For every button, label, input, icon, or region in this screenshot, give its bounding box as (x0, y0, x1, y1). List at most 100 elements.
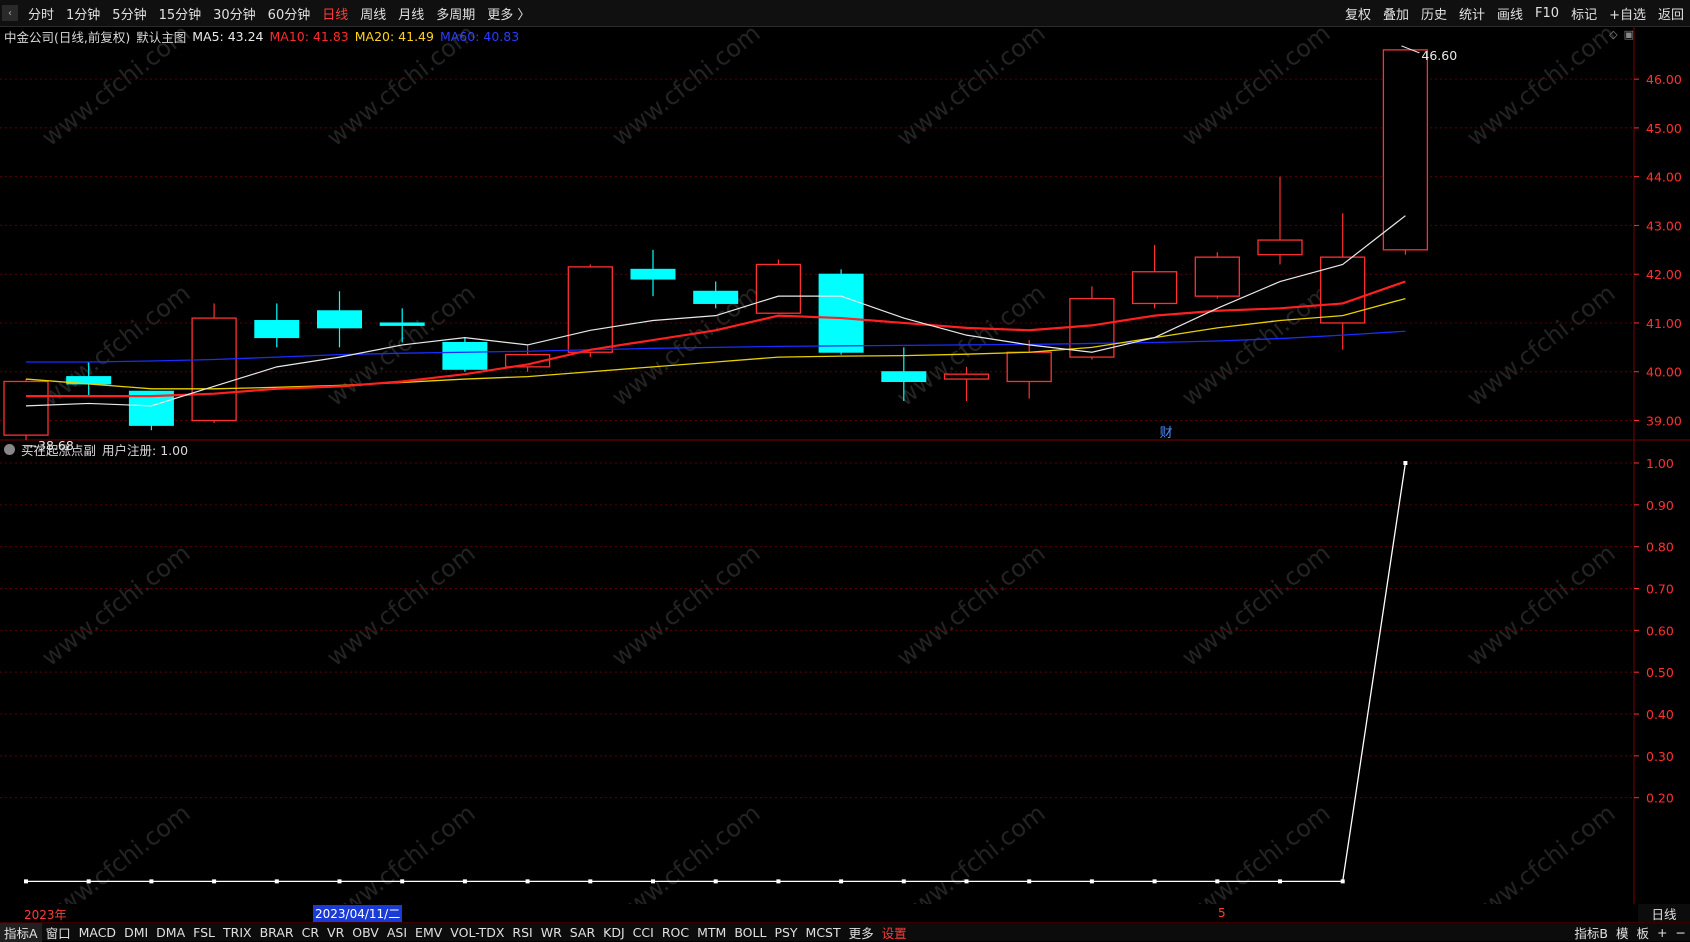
watermark-text: www.cfchi.com (891, 539, 1050, 672)
candle-body (1382, 49, 1429, 251)
stock-chart[interactable]: www.cfchi.com www.cfchi.com www.cfchi.com w… (0, 27, 1690, 904)
candle (1131, 244, 1178, 309)
candle-body (1006, 351, 1052, 383)
watermark-text: www.cfchi.com (1461, 799, 1620, 904)
indicator-tab-24[interactable]: 更多 (845, 923, 878, 942)
indicator-point (1152, 879, 1157, 884)
date-axis-mark: 5 (1218, 906, 1226, 920)
watermark-text: www.cfchi.com (1461, 279, 1620, 412)
chevron-left-icon[interactable]: ‹ (2, 5, 18, 21)
watermark-text: www.cfchi.com (1176, 539, 1335, 672)
watermark-text: www.cfchi.com (1176, 27, 1335, 152)
indicator-list: 指标A 窗口 MACD DMI DMA FSL TRIX BRAR CR VR OBV ASI EMV V… (0, 922, 911, 942)
indicator-b-item-4[interactable]: − (1672, 925, 1690, 940)
toolbar-action-5[interactable]: F10 (1529, 6, 1565, 21)
indicator-tab-13[interactable]: VOL-TDX (446, 925, 508, 940)
toolbar-action-4[interactable]: 画线 (1491, 4, 1529, 23)
indicator-tab-1[interactable]: 窗口 (42, 923, 75, 942)
candle (567, 264, 613, 358)
indicator-tab-4[interactable]: DMA (152, 925, 189, 940)
indicator-tick-label: 1.00 (1646, 456, 1674, 471)
watermark-text: www.cfchi.com (36, 539, 195, 672)
date-axis: 2023年 2023/04/11/二 5 (0, 904, 1634, 922)
indicator-b-item-0[interactable]: 指标B (1570, 923, 1612, 942)
candle-body (818, 273, 864, 353)
toolbar-action-0[interactable]: 复权 (1339, 4, 1377, 23)
indicator-tab-16[interactable]: SAR (566, 925, 599, 940)
watermark-text: www.cfchi.com (606, 279, 765, 412)
indicator-tab-20[interactable]: MTM (693, 925, 730, 940)
indicator-tab-25[interactable]: 设置 (878, 923, 911, 942)
indicator-tab-15[interactable]: WR (537, 925, 566, 940)
price-tick-label: 40.00 (1646, 365, 1682, 380)
period-tab-2[interactable]: 5分钟 (106, 4, 152, 23)
price-tick-label: 43.00 (1646, 218, 1682, 233)
period-indicator[interactable]: 日线 (1638, 904, 1690, 922)
toolbar-action-3[interactable]: 统计 (1453, 4, 1491, 23)
toolbar-action-8[interactable]: 返回 (1652, 4, 1690, 23)
indicator-b-item-2[interactable]: 板 (1633, 923, 1654, 942)
indicator-b-item-1[interactable]: 模 (1612, 923, 1633, 942)
period-tab-7[interactable]: 周线 (354, 4, 392, 23)
watermark-text: www.cfchi.com (606, 799, 765, 904)
indicator-tick-label: 0.20 (1646, 791, 1674, 806)
indicator-bar: 指标A 窗口 MACD DMI DMA FSL TRIX BRAR CR VR OBV ASI EMV V… (0, 922, 1690, 942)
toolbar-action-6[interactable]: 标记 (1565, 4, 1603, 23)
watermark-text: www.cfchi.com (36, 799, 195, 904)
candle (1382, 49, 1429, 255)
toolbar-action-1[interactable]: 叠加 (1377, 4, 1415, 23)
candle (1320, 213, 1366, 350)
indicator-tab-10[interactable]: OBV (348, 925, 383, 940)
indicator-tab-9[interactable]: VR (323, 925, 348, 940)
high-price-label: 46.60 (1421, 48, 1457, 63)
indicator-tab-3[interactable]: DMI (120, 925, 152, 940)
indicator-b-item-3[interactable]: + (1653, 925, 1671, 940)
indicator-tab-23[interactable]: MCST (802, 925, 845, 940)
indicator-tab-12[interactable]: EMV (411, 925, 446, 940)
watermark-text: www.cfchi.com (321, 27, 480, 152)
indicator-tab-19[interactable]: ROC (658, 925, 693, 940)
indicator-point (839, 879, 844, 884)
indicator-point (212, 879, 217, 884)
indicator-tab-22[interactable]: PSY (770, 925, 801, 940)
period-tab-8[interactable]: 月线 (392, 4, 430, 23)
indicator-point (901, 879, 906, 884)
candle (317, 291, 362, 348)
period-tab-0[interactable]: 分时 (22, 4, 60, 23)
indicator-tab-7[interactable]: BRAR (256, 925, 298, 940)
indicator-tab-14[interactable]: RSI (508, 925, 536, 940)
price-tick-label: 42.00 (1646, 267, 1682, 282)
candle-body (567, 266, 613, 353)
indicator-tab-2[interactable]: MACD (75, 925, 120, 940)
candle-body (442, 341, 488, 370)
toolbar-action-2[interactable]: 历史 (1415, 4, 1453, 23)
indicator-tick-label: 0.80 (1646, 540, 1674, 555)
indicator-point (1215, 879, 1220, 884)
toolbar-action-7[interactable]: +自选 (1603, 4, 1652, 23)
indicator-tab-6[interactable]: TRIX (219, 925, 256, 940)
period-tab-6[interactable]: 日线 (316, 4, 354, 23)
indicator-tab-11[interactable]: ASI (383, 925, 411, 940)
period-tab-5[interactable]: 60分钟 (262, 4, 317, 23)
indicator-tab-21[interactable]: BOLL (730, 925, 770, 940)
watermark-text: www.cfchi.com (891, 27, 1050, 152)
candle (3, 379, 49, 440)
indicator-point (86, 879, 91, 884)
candle-body (693, 290, 739, 304)
indicator-tab-8[interactable]: CR (298, 925, 323, 940)
period-tab-4[interactable]: 30分钟 (207, 4, 262, 23)
indicator-tab-17[interactable]: KDJ (599, 925, 629, 940)
indicator-point (1089, 879, 1094, 884)
indicator-point (1278, 879, 1282, 884)
period-tab-1[interactable]: 1分钟 (60, 4, 106, 23)
indicator-tab-0[interactable]: 指标A (0, 922, 42, 942)
candle-body (881, 371, 927, 382)
indicator-tab-5[interactable]: FSL (189, 925, 219, 940)
date-axis-start: 2023年 (24, 908, 67, 922)
indicator-tab-18[interactable]: CCI (629, 925, 658, 940)
period-tab-9[interactable]: 多周期 (430, 4, 481, 23)
period-tab-3[interactable]: 15分钟 (153, 4, 208, 23)
period-tab-10[interactable]: 更多 〉 (481, 4, 536, 23)
finance-marker: 财 (1160, 426, 1173, 441)
price-tick-label: 41.00 (1646, 316, 1682, 331)
